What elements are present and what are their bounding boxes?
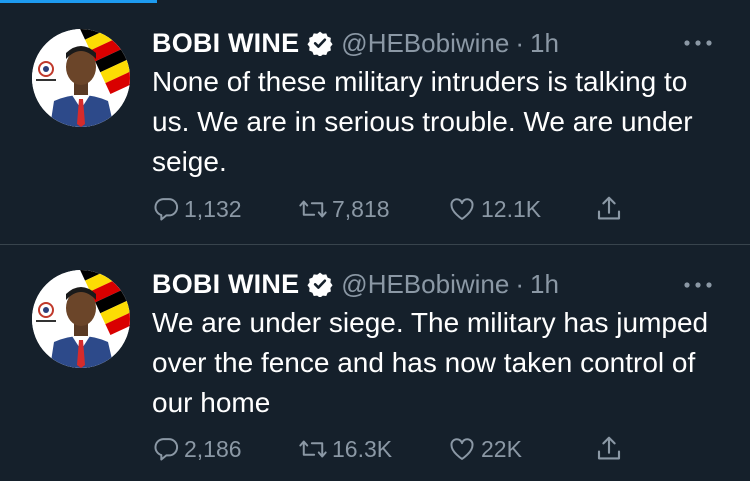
reply-icon [152, 435, 180, 463]
retweet-button[interactable]: 16.3K [298, 432, 392, 466]
more-options-icon[interactable] [681, 275, 715, 295]
reply-icon [152, 195, 180, 223]
retweet-count: 16.3K [332, 435, 393, 462]
more-options-icon[interactable] [681, 33, 715, 53]
retweet-icon [298, 195, 328, 223]
like-count: 12.1K [481, 195, 542, 222]
tweet-text: We are under siege. The military has jum… [152, 307, 709, 418]
share-icon [594, 194, 624, 224]
tweet-timestamp[interactable]: 1h [530, 269, 559, 300]
author-handle[interactable]: @HEBobiwine [341, 269, 509, 300]
retweet-icon [298, 435, 328, 463]
reply-count: 2,186 [184, 435, 242, 462]
verified-badge-icon [307, 271, 333, 298]
retweet-count: 7,818 [332, 195, 390, 222]
tweet-text: None of these military intruders is talk… [152, 66, 693, 177]
reply-button[interactable]: 2,186 [152, 432, 242, 466]
tweet[interactable]: BOBI WINE @HEBobiwine · 1h We are under … [0, 245, 750, 481]
tweet-actions: 1,132 7,818 12.1K [152, 192, 652, 226]
author-name[interactable]: BOBI WINE [152, 28, 299, 59]
verified-badge-icon [307, 30, 333, 57]
retweet-button[interactable]: 7,818 [298, 192, 390, 226]
share-button[interactable] [594, 192, 624, 226]
heart-icon [447, 195, 477, 223]
share-icon [594, 434, 624, 464]
avatar[interactable] [32, 29, 130, 127]
tweet-actions: 2,186 16.3K 22K [152, 432, 652, 466]
avatar[interactable] [32, 270, 130, 368]
like-count: 22K [481, 435, 522, 462]
like-button[interactable]: 22K [447, 432, 522, 466]
tweet-header: BOBI WINE @HEBobiwine · 1h [152, 267, 559, 301]
tweet-feed: BOBI WINE @HEBobiwine · 1h None of these… [0, 0, 750, 481]
author-name[interactable]: BOBI WINE [152, 269, 299, 300]
tweet[interactable]: BOBI WINE @HEBobiwine · 1h None of these… [0, 0, 750, 244]
heart-icon [447, 435, 477, 463]
author-handle[interactable]: @HEBobiwine [341, 28, 509, 59]
separator-dot: · [515, 27, 524, 58]
separator-dot: · [515, 268, 524, 299]
tweet-header: BOBI WINE @HEBobiwine · 1h [152, 26, 559, 60]
like-button[interactable]: 12.1K [447, 192, 541, 226]
share-button[interactable] [594, 432, 624, 466]
reply-button[interactable]: 1,132 [152, 192, 242, 226]
reply-count: 1,132 [184, 195, 242, 222]
tweet-timestamp[interactable]: 1h [530, 28, 559, 59]
